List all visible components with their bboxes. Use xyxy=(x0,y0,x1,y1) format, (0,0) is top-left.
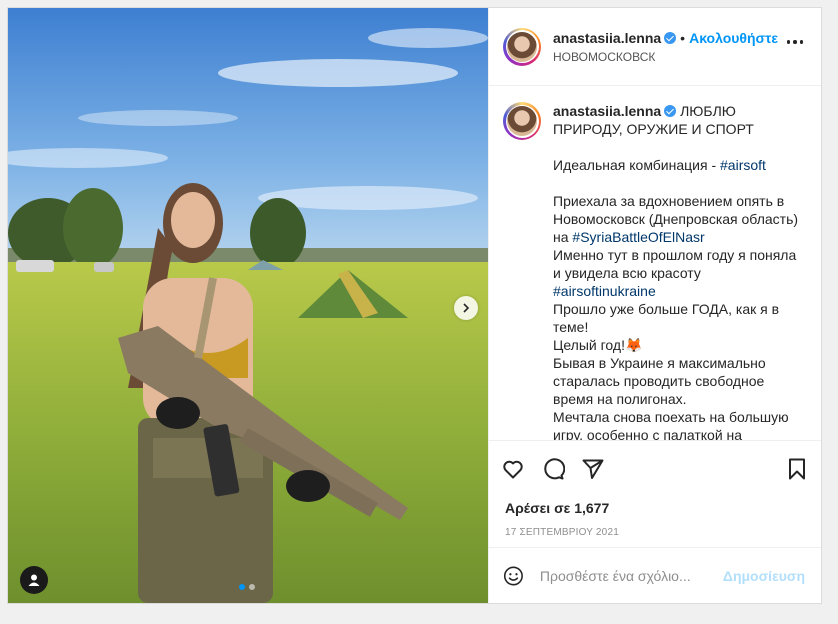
post-side-panel: anastasiia.lenna • Ακολουθήστε НОВОМОСКОВС… xyxy=(488,8,821,603)
caption-line: Мечтала снова поехать на большую игру, о… xyxy=(553,409,789,441)
avatar[interactable] xyxy=(503,27,541,66)
post-comment-button[interactable]: Δημοσίευση xyxy=(723,568,805,584)
comment-button[interactable] xyxy=(539,455,567,483)
fox-emoji: 🦊 xyxy=(624,337,643,353)
follow-button[interactable]: Ακολουθήστε xyxy=(689,30,778,46)
heart-icon xyxy=(503,460,523,479)
save-button[interactable] xyxy=(783,455,811,483)
user-tags-button[interactable] xyxy=(20,566,48,594)
location-link[interactable]: НОВОМОСКОВСК xyxy=(553,49,778,65)
post-date[interactable]: 17 ΣΕΠΤΕΜΒΡΙΟΥ 2021 xyxy=(489,519,821,547)
comment-icon xyxy=(544,458,565,480)
carousel-dot xyxy=(239,584,245,590)
post-photo xyxy=(8,8,488,603)
carousel-dot xyxy=(249,584,255,590)
like-button[interactable] xyxy=(499,455,527,483)
separator: • xyxy=(680,29,686,46)
caption-line: Бывая в Украине я максимально старалась … xyxy=(553,355,766,407)
verified-badge-icon xyxy=(664,105,677,117)
caption-area[interactable]: anastasiia.lenna ЛЮБЛЮ ПРИРОДУ, ОРУЖИЕ И… xyxy=(489,86,821,441)
carousel-indicator xyxy=(239,584,255,590)
chevron-right-icon xyxy=(463,303,470,313)
likes-summary[interactable]: Αρέσει σε 1,677 xyxy=(489,497,821,519)
caption-line: Целый год! xyxy=(553,337,625,353)
smiley-icon[interactable] xyxy=(503,564,524,588)
bookmark-icon xyxy=(789,458,805,480)
post-media[interactable] xyxy=(8,8,488,603)
hashtag-link[interactable]: #SyriaBattleOfElNasr xyxy=(572,229,704,245)
likes-count[interactable]: 1,677 xyxy=(574,500,609,516)
post-card: anastasiia.lenna • Ακολουθήστε НОВОМОСКОВС… xyxy=(7,7,822,604)
avatar[interactable] xyxy=(503,102,541,140)
comment-form: Δημοσίευση xyxy=(489,547,821,603)
caption-line: Прошло уже больше ГОДА, как я в теме! xyxy=(553,301,780,335)
caption-text: anastasiia.lenna ЛЮБЛЮ ПРИРОДУ, ОРУЖИЕ И… xyxy=(553,102,807,441)
caption-line: Идеальная комбинация - xyxy=(553,157,721,173)
carousel-next-button[interactable] xyxy=(454,296,478,320)
action-bar xyxy=(489,441,821,497)
user-icon xyxy=(28,574,40,586)
post-header: anastasiia.lenna • Ακολουθήστε НОВОМОСКОВС… xyxy=(489,8,821,86)
caption-username-link[interactable]: anastasiia.lenna xyxy=(553,103,661,119)
share-button[interactable] xyxy=(579,455,607,483)
hashtag-link[interactable]: #airsoftinukraine xyxy=(553,283,656,299)
username-link[interactable]: anastasiia.lenna xyxy=(553,30,661,46)
likes-label: Αρέσει σε xyxy=(505,500,575,516)
hashtag-link[interactable]: #airsoft xyxy=(720,157,766,173)
send-icon xyxy=(582,459,604,479)
more-icon[interactable] xyxy=(786,40,803,44)
comment-input[interactable] xyxy=(537,566,723,585)
verified-badge-icon xyxy=(664,31,677,44)
caption-line: Именно тут в прошлом году я поняла и уви… xyxy=(553,247,797,281)
